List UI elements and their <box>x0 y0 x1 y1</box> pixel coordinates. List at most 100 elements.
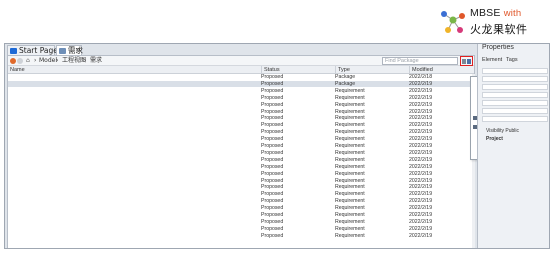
list-header: Name Status Type Modified <box>8 66 474 74</box>
cell-modified: 2022/2/19 <box>409 87 433 94</box>
tab-element[interactable]: Element <box>482 57 502 63</box>
cell-status: Proposed <box>261 94 284 101</box>
list-row[interactable]: ▾需求模型ProposedPackage2022/2/19 <box>8 80 474 87</box>
property-field[interactable] <box>482 84 548 90</box>
cell-status: Proposed <box>261 74 284 80</box>
cell-type: Requirement <box>335 136 365 143</box>
list-row[interactable]: 可以调整方向数ProposedRequirement2022/2/19 <box>8 129 474 135</box>
list-row[interactable]: ▾可支持需求ProposedRequirement2022/2/19 <box>8 198 474 204</box>
brand-logo: MBSE with 火龙果软件 <box>438 4 554 44</box>
list-row[interactable]: 对于所选验测隐介能够识别ProposedRequirement2022/2/19 <box>8 184 474 190</box>
cell-modified: 2022/2/19 <box>409 115 433 122</box>
cell-type: Requirement <box>335 149 365 156</box>
cell-type: Requirement <box>335 122 365 129</box>
cell-status: Proposed <box>261 80 284 87</box>
cell-status: Proposed <box>261 122 284 129</box>
cell-modified: 2022/2/19 <box>409 94 433 101</box>
list-row[interactable]: 使用CAN采用CAN通信协议ProposedRequirement2022/2/… <box>8 171 474 177</box>
cell-modified: 2022/2/19 <box>409 101 433 108</box>
list-row[interactable]: 用可靠在20km/h速度，可以跟踪到平行5个人ProposedRequireme… <box>8 143 474 149</box>
search-icon <box>462 59 466 64</box>
cell-modified: 2022/2/19 <box>409 149 433 156</box>
list-row[interactable]: 速度在10km/h速度，可以跟踪到手10个人ProposedRequiremen… <box>8 150 474 156</box>
cell-modified: 2022/2/19 <box>409 218 433 225</box>
cell-type: Requirement <box>335 163 365 170</box>
cell-type: Requirement <box>335 156 365 163</box>
app-window: Start Page 需求 ✕ ⌂ › Model › 工程视图 › 需求 Fi… <box>4 43 550 249</box>
tab-requirements[interactable]: 需求 ✕ <box>56 45 83 55</box>
document-tab-bar: Start Page 需求 ✕ <box>5 44 475 55</box>
options-button-highlight[interactable] <box>460 56 473 66</box>
column-status[interactable]: Status <box>261 66 335 74</box>
breadcrumb-separator-icon: › <box>84 57 87 64</box>
cell-modified: 2022/2/19 <box>409 170 433 177</box>
list-row[interactable]: 可以报告自己位置ProposedRequirement2022/2/19 <box>8 102 474 108</box>
list-row[interactable]: ▾性能需求ProposedRequirement2022/2/19 <box>8 136 474 142</box>
list-row[interactable]: 可以实现绘制ProposedRequirement2022/2/19 <box>8 109 474 115</box>
cell-status: Proposed <box>261 191 284 198</box>
cell-modified: 2022/2/18 <box>409 74 433 80</box>
column-modified[interactable]: Modified <box>409 66 474 74</box>
back-icon[interactable] <box>10 58 16 64</box>
list-row[interactable]: ▾接口需求ProposedRequirement2022/2/19 <box>8 157 474 163</box>
cell-status: Proposed <box>261 232 284 239</box>
cell-modified: 2022/2/19 <box>409 163 433 170</box>
property-field[interactable] <box>482 76 548 82</box>
property-field[interactable] <box>482 116 548 122</box>
list-row[interactable]: 系统具有对降低能源ProposedRequirement2022/2/19 <box>8 191 474 197</box>
cell-modified: 2022/2/19 <box>409 108 433 115</box>
cell-type: Requirement <box>335 225 365 232</box>
tab-start-page[interactable]: Start Page <box>7 45 58 55</box>
property-field[interactable] <box>482 100 548 106</box>
list-row[interactable]: ▾可靠性需求ProposedRequirement2022/2/19 <box>8 178 474 184</box>
list-row[interactable]: 可以上车辆行驶认证ProposedRequirement2022/2/19 <box>8 122 474 128</box>
list-row[interactable]: 尺寸大小：XXXProposedRequirement2022/2/19 <box>8 233 474 239</box>
list-row[interactable]: ▾物理需求ProposedRequirement2022/2/19 <box>8 226 474 232</box>
cell-status: Proposed <box>261 129 284 136</box>
list-row[interactable]: ▾功能需求ProposedRequirement2022/2/19 <box>8 88 474 94</box>
cell-status: Proposed <box>261 177 284 184</box>
brand-title: MBSE with <box>470 7 522 19</box>
cell-type: Requirement <box>335 212 365 218</box>
cell-status: Proposed <box>261 115 284 122</box>
breadcrumb-item-view[interactable]: 工程视图 <box>62 56 86 66</box>
brand-graph-icon <box>441 11 465 33</box>
find-package-input[interactable]: Find Package <box>382 57 458 65</box>
list-row[interactable]: ▾设计约束ProposedRequirement2022/2/19 <box>8 212 474 218</box>
list-row[interactable]: ▸功能流程ProposedPackage2022/2/18 <box>8 74 474 80</box>
browser-toolbar: ⌂ › Model › 工程视图 › 需求 Find Package <box>8 56 474 66</box>
home-icon[interactable]: ⌂ <box>26 56 30 66</box>
list-row[interactable]: 可以实现远入遥报警ProposedRequirement2022/2/19 <box>8 95 474 101</box>
cell-type: Requirement <box>335 108 365 115</box>
breadcrumb-item-model[interactable]: Model <box>39 56 57 66</box>
cell-modified: 2022/2/19 <box>409 129 433 136</box>
breadcrumb-separator-icon: › <box>56 57 59 64</box>
property-field[interactable] <box>482 68 548 74</box>
list-row[interactable]: 通道方案采用GSM通信协议ProposedRequirement2022/2/1… <box>8 164 474 170</box>
list-row[interactable]: 可以实现传球动作ProposedRequirement2022/2/19 <box>8 115 474 121</box>
cell-modified: 2022/2/19 <box>409 225 433 232</box>
column-name[interactable]: Name <box>8 66 261 74</box>
options-icon <box>467 59 471 64</box>
list-row[interactable]: 应用具有对区分ProposedRequirement2022/2/19 <box>8 219 474 225</box>
cell-status: Proposed <box>261 184 284 191</box>
breadcrumb-item-requirements[interactable]: 需求 <box>90 56 102 66</box>
breadcrumb-separator-icon: › <box>34 57 37 64</box>
cell-modified: 2022/2/19 <box>409 198 433 205</box>
column-type[interactable]: Type <box>335 66 409 74</box>
cell-status: Proposed <box>261 212 284 218</box>
property-field[interactable] <box>482 92 548 98</box>
property-field[interactable] <box>482 108 548 114</box>
tab-tags[interactable]: Tags <box>506 57 518 63</box>
cell-status: Proposed <box>261 101 284 108</box>
cell-type: Package <box>335 80 356 87</box>
list-row[interactable]: 可以支持的温度、湿度、电气范围ProposedRequirement2022/2… <box>8 205 474 211</box>
cell-status: Proposed <box>261 225 284 232</box>
cell-type: Requirement <box>335 198 365 205</box>
cell-type: Package <box>335 74 356 80</box>
cell-modified: 2022/2/19 <box>409 184 433 191</box>
cell-status: Proposed <box>261 163 284 170</box>
forward-icon[interactable] <box>17 58 23 64</box>
cell-type: Requirement <box>335 87 365 94</box>
cell-status: Proposed <box>261 198 284 205</box>
